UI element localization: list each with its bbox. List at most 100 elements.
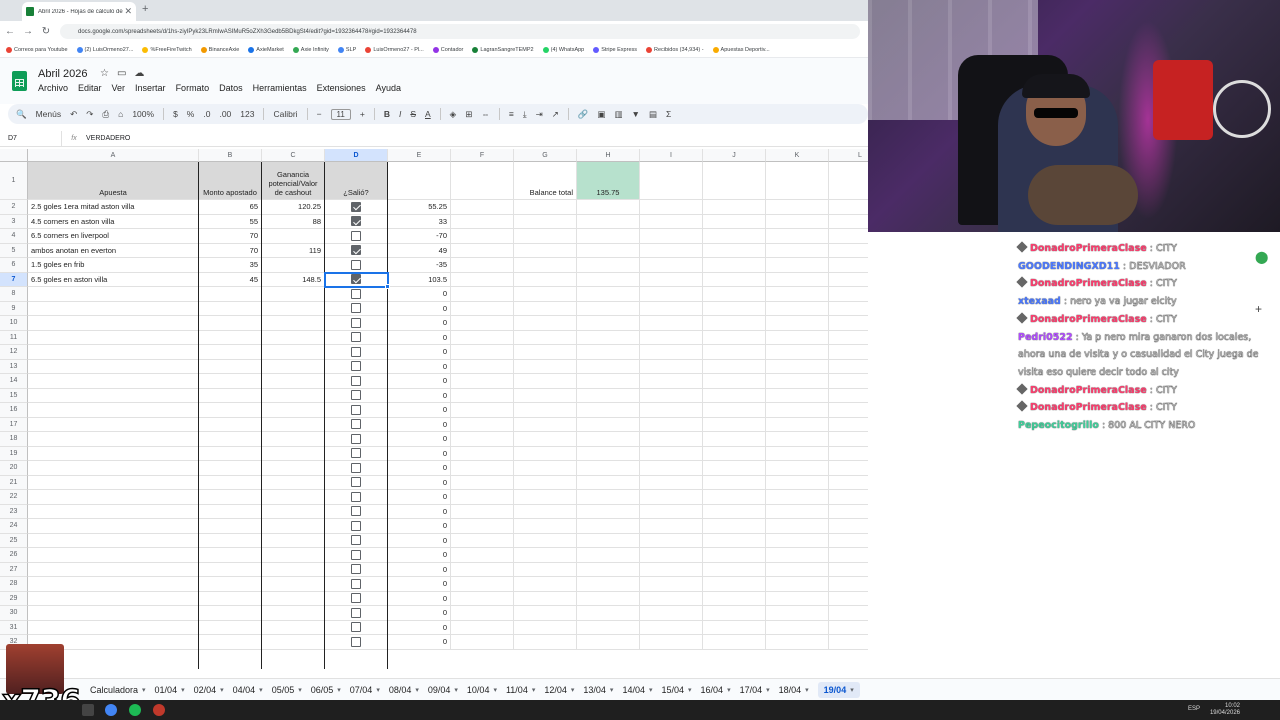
empty-cell[interactable]	[262, 345, 325, 360]
empty-cell[interactable]	[703, 432, 766, 447]
empty-cell[interactable]	[640, 243, 703, 258]
amount-cell[interactable]: 55	[199, 214, 262, 229]
profit-cell[interactable]: 0	[388, 504, 451, 519]
empty-cell[interactable]	[703, 229, 766, 244]
empty-cell[interactable]	[199, 490, 262, 505]
empty-cell[interactable]	[577, 432, 640, 447]
empty-cell[interactable]	[199, 635, 262, 650]
chevron-down-icon[interactable]: ▾	[688, 686, 692, 694]
bookmark-item[interactable]: Recibidos (34,934) -	[646, 46, 704, 53]
empty-cell[interactable]	[577, 446, 640, 461]
empty-cell[interactable]	[514, 229, 577, 244]
text-color-button[interactable]: A	[425, 109, 431, 119]
empty-cell[interactable]	[262, 287, 325, 302]
bold-button[interactable]: B	[384, 109, 390, 119]
empty-cell[interactable]	[703, 214, 766, 229]
sheet-tab[interactable]: 11/04 ▾	[506, 685, 535, 695]
chevron-down-icon[interactable]: ▾	[571, 686, 575, 694]
amount-cell[interactable]: 65	[199, 200, 262, 215]
profit-cell[interactable]: 0	[388, 519, 451, 534]
empty-cell[interactable]	[577, 403, 640, 418]
empty-cell[interactable]	[28, 490, 199, 505]
menu-item[interactable]: Editar	[78, 83, 102, 93]
profit-cell[interactable]: 0	[388, 287, 451, 302]
result-checkbox-cell[interactable]	[325, 606, 388, 621]
row-header[interactable]: 23	[0, 504, 28, 519]
payout-cell[interactable]: 88	[262, 214, 325, 229]
empty-cell[interactable]	[28, 606, 199, 621]
empty-cell[interactable]	[262, 301, 325, 316]
result-checkbox-cell[interactable]	[325, 243, 388, 258]
profit-cell[interactable]: 103.5	[388, 272, 451, 287]
empty-cell[interactable]	[262, 403, 325, 418]
column-header-d[interactable]: D	[325, 149, 388, 162]
empty-cell[interactable]	[766, 606, 829, 621]
empty-cell[interactable]	[514, 403, 577, 418]
empty-cell[interactable]	[766, 562, 829, 577]
row-header[interactable]: 4	[0, 229, 28, 244]
empty-cell[interactable]	[577, 243, 640, 258]
result-checkbox-cell[interactable]	[325, 330, 388, 345]
row-header[interactable]: 12	[0, 345, 28, 360]
empty-cell[interactable]	[766, 200, 829, 215]
empty-cell[interactable]	[451, 272, 514, 287]
sheet-tab[interactable]: 09/04 ▾	[428, 685, 458, 695]
unchecked-checkbox-icon[interactable]	[351, 433, 361, 444]
empty-cell[interactable]	[703, 287, 766, 302]
empty-cell[interactable]	[451, 374, 514, 389]
sheet-tab[interactable]: 04/04 ▾	[233, 685, 263, 695]
empty-cell[interactable]	[766, 287, 829, 302]
unchecked-checkbox-icon[interactable]	[351, 506, 361, 517]
empty-cell[interactable]	[28, 432, 199, 447]
result-checkbox-cell[interactable]	[325, 432, 388, 447]
bet-cell[interactable]: 1.5 goles en frib	[28, 258, 199, 273]
empty-cell[interactable]	[703, 345, 766, 360]
profit-cell[interactable]: 33	[388, 214, 451, 229]
checked-checkbox-icon[interactable]	[351, 245, 361, 256]
result-checkbox-cell[interactable]	[325, 461, 388, 476]
empty-cell[interactable]	[703, 388, 766, 403]
unchecked-checkbox-icon[interactable]	[351, 636, 361, 647]
empty-cell[interactable]	[640, 258, 703, 273]
currency-format-button[interactable]: $	[173, 109, 178, 119]
empty-cell[interactable]	[829, 476, 868, 490]
profit-cell[interactable]: -70	[388, 229, 451, 244]
empty-cell[interactable]	[577, 214, 640, 229]
empty-cell[interactable]	[766, 258, 829, 273]
empty-cell[interactable]	[28, 519, 199, 534]
empty-cell[interactable]	[28, 548, 199, 563]
unchecked-checkbox-icon[interactable]	[351, 564, 361, 575]
empty-cell[interactable]	[640, 548, 703, 563]
row-header[interactable]: 1	[0, 162, 28, 200]
profit-cell[interactable]: 0	[388, 345, 451, 360]
chevron-down-icon[interactable]: ▾	[493, 686, 497, 694]
empty-cell[interactable]	[451, 562, 514, 577]
empty-cell[interactable]	[28, 359, 199, 374]
empty-cell[interactable]	[199, 301, 262, 316]
unchecked-checkbox-icon[interactable]	[351, 419, 361, 430]
cloud-status-icon[interactable]: ☁	[134, 68, 152, 79]
empty-cell[interactable]	[766, 461, 829, 476]
empty-cell[interactable]	[829, 403, 868, 418]
header-cell-c[interactable]: Ganancia potencial/Valor de cashout	[262, 162, 325, 200]
sheet-tab[interactable]: 12/04 ▾	[544, 685, 574, 695]
vertical-align-icon[interactable]: ⤓	[523, 109, 527, 120]
italic-button[interactable]: I	[399, 109, 401, 119]
insert-comment-icon[interactable]: ▣	[597, 109, 605, 120]
empty-cell[interactable]	[640, 504, 703, 519]
empty-cell[interactable]	[28, 620, 199, 635]
empty-cell[interactable]	[577, 258, 640, 273]
empty-cell[interactable]	[703, 417, 766, 432]
payout-cell[interactable]: 120.25	[262, 200, 325, 215]
empty-cell[interactable]	[640, 475, 703, 490]
empty-cell[interactable]	[640, 162, 703, 200]
empty-cell[interactable]	[514, 359, 577, 374]
profit-cell[interactable]: 0	[388, 577, 451, 592]
unchecked-checkbox-icon[interactable]	[351, 404, 361, 415]
empty-cell[interactable]	[451, 475, 514, 490]
empty-cell[interactable]	[640, 330, 703, 345]
empty-cell[interactable]	[766, 432, 829, 447]
chevron-down-icon[interactable]: ▾	[142, 686, 146, 694]
empty-cell[interactable]	[262, 417, 325, 432]
empty-cell[interactable]	[640, 606, 703, 621]
